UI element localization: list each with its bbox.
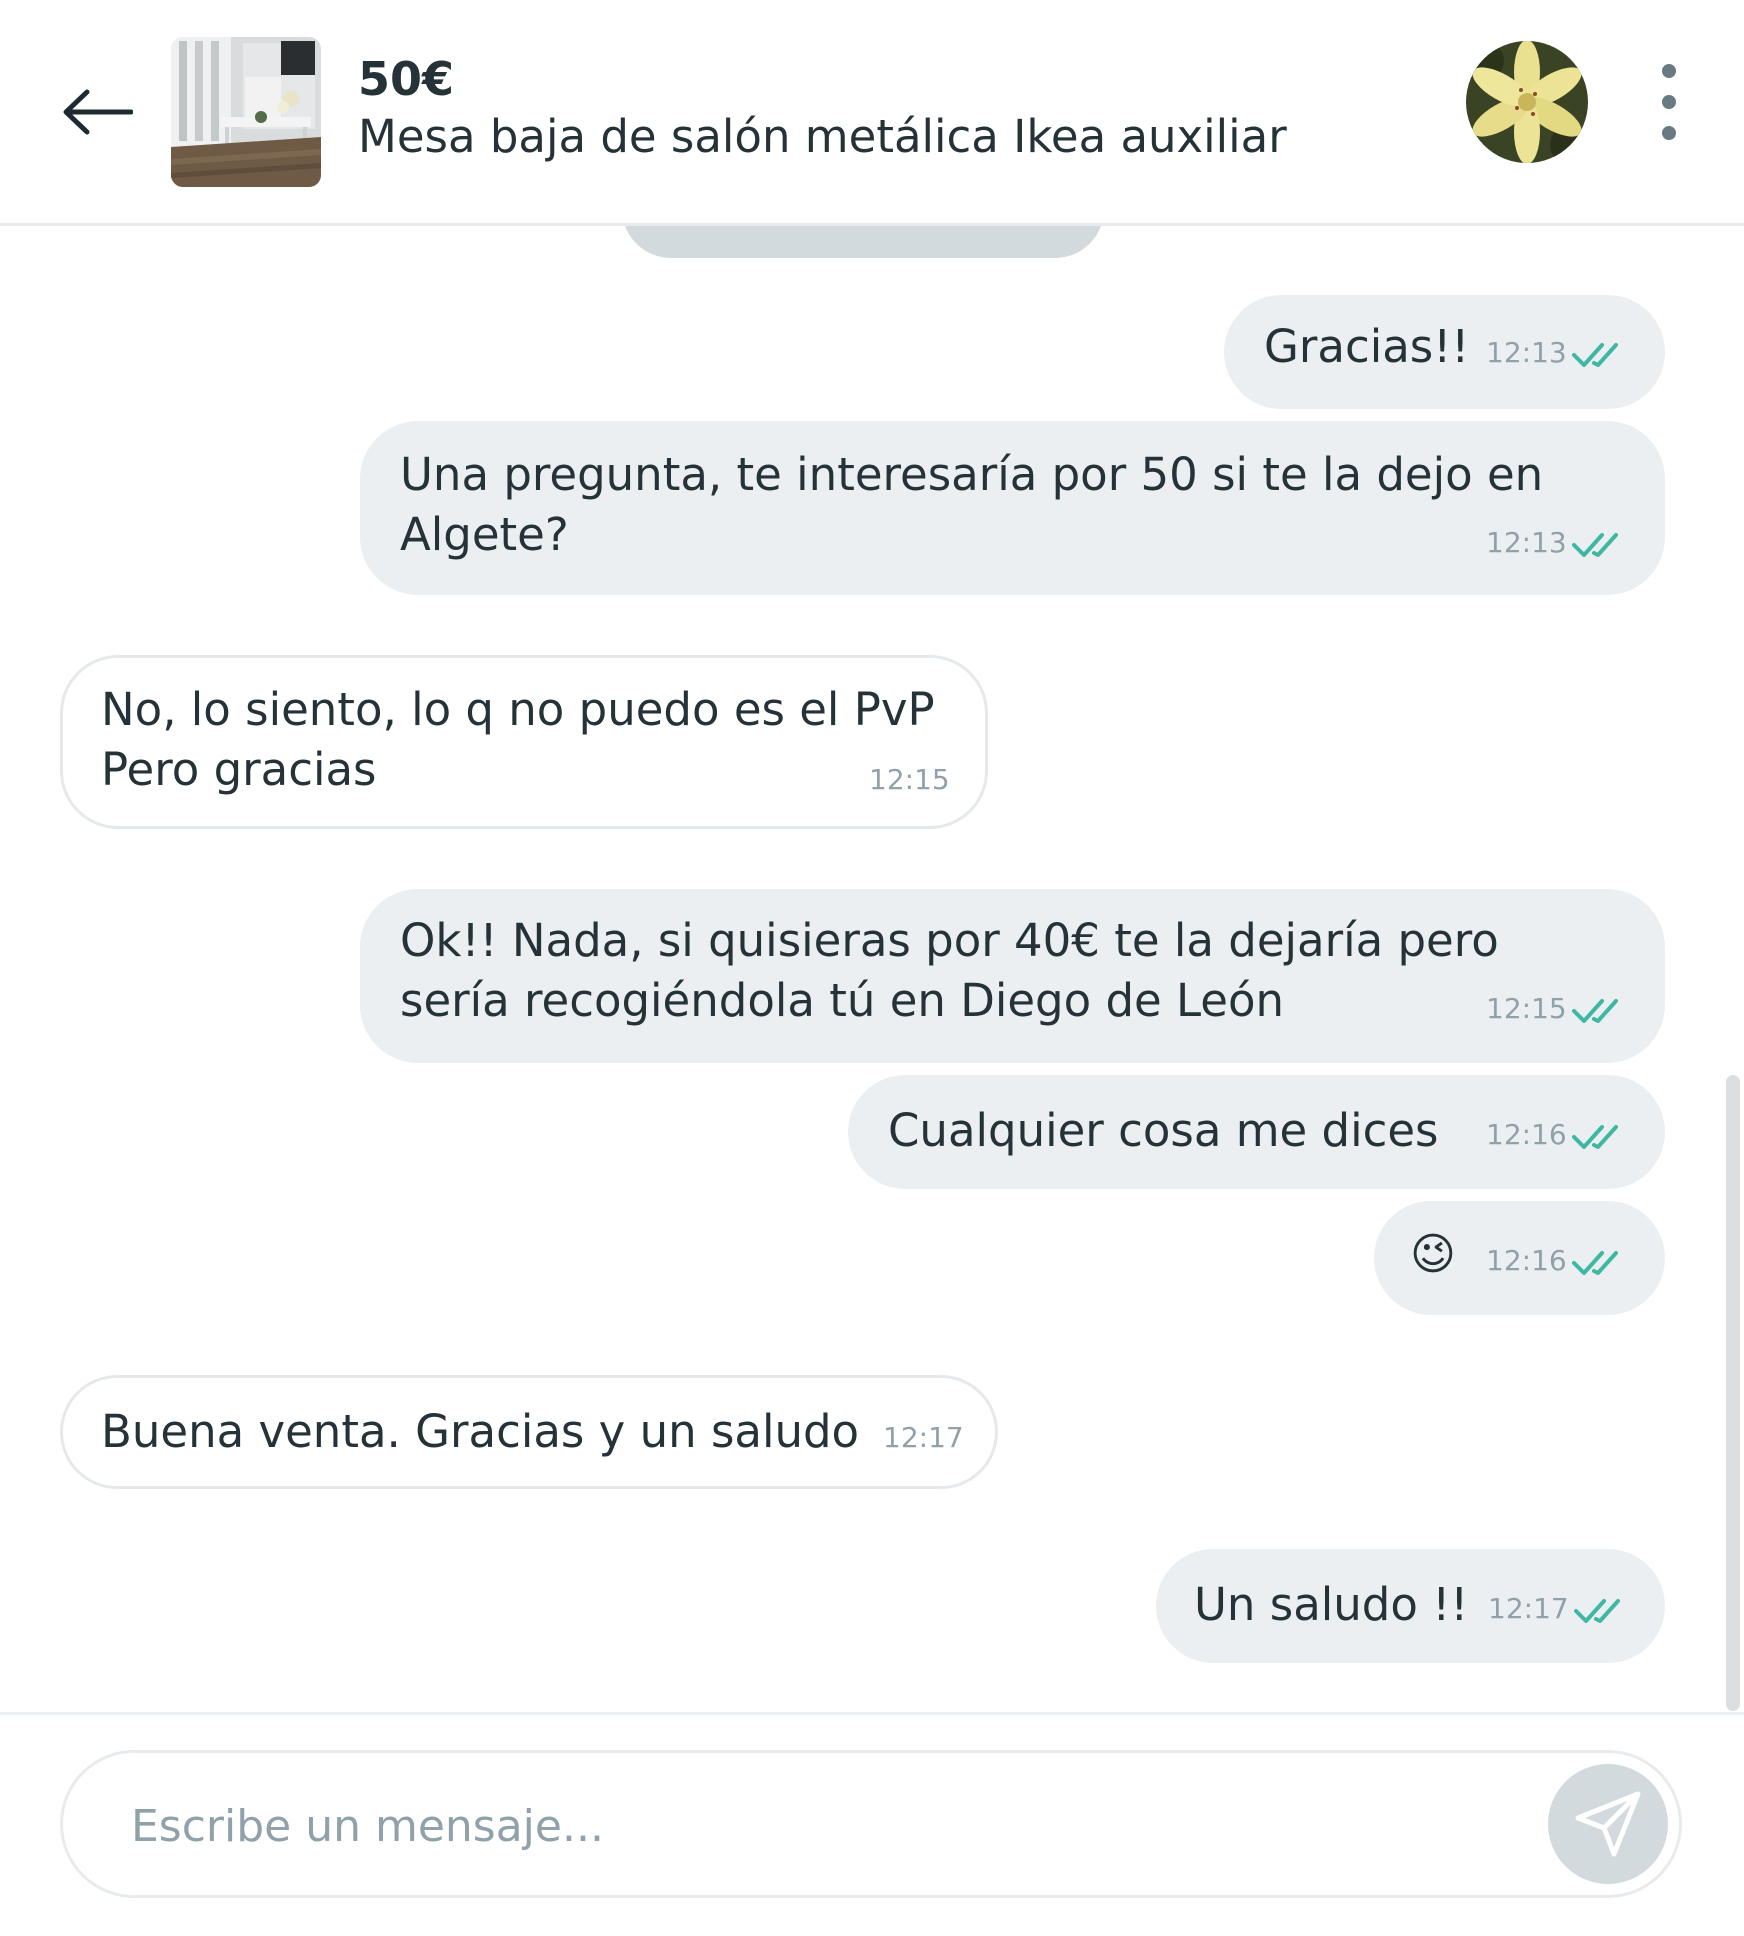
- double-check-icon: [1572, 343, 1618, 367]
- message-time: 12:17: [1488, 1592, 1569, 1625]
- divider: [0, 1712, 1744, 1715]
- product-title[interactable]: Mesa baja de salón metálica Ikea auxilia…: [358, 110, 1287, 163]
- more-options-button[interactable]: [1640, 60, 1698, 144]
- double-check-icon: [1572, 1251, 1618, 1275]
- message-outgoing: 😉 12:16: [1374, 1201, 1665, 1315]
- avatar[interactable]: [1466, 41, 1588, 163]
- back-button[interactable]: [52, 80, 142, 144]
- message-text: Ok!! Nada, si quisieras por 40€ te la de…: [400, 914, 1499, 967]
- product-thumbnail[interactable]: [171, 37, 321, 187]
- message-time: 12:16: [1486, 1118, 1567, 1151]
- message-text: Buena venta. Gracias y un saludo: [101, 1405, 860, 1458]
- message-text: Algete?: [400, 508, 569, 561]
- message-outgoing: Una pregunta, te interesaría por 50 si t…: [360, 421, 1665, 595]
- send-icon: [1575, 1791, 1641, 1857]
- more-vertical-icon: [1662, 64, 1676, 78]
- message-incoming: Buena venta. Gracias y un saludo 12:17: [60, 1375, 998, 1489]
- message-time: 12:13: [1486, 526, 1567, 559]
- message-text: Pero gracias: [101, 743, 377, 796]
- message-text: Gracias!!: [1264, 320, 1470, 373]
- product-price: 50€: [358, 52, 455, 106]
- message-incoming: No, lo siento, lo q no puedo es el PvP P…: [60, 655, 988, 829]
- message-time: 12:16: [1486, 1244, 1567, 1277]
- message-outgoing: Gracias!! 12:13: [1224, 295, 1665, 409]
- message-text: Una pregunta, te interesaría por 50 si t…: [400, 448, 1544, 501]
- message-composer: [60, 1750, 1682, 1898]
- wink-emoji: 😉: [1410, 1229, 1456, 1280]
- message-time: 12:13: [1486, 336, 1567, 369]
- double-check-icon: [1574, 1599, 1620, 1623]
- message-outgoing: Un saludo !! 12:17: [1156, 1549, 1665, 1663]
- message-time: 12:15: [1486, 992, 1567, 1025]
- message-time: 12:17: [883, 1421, 964, 1454]
- chat-header: 50€ Mesa baja de salón metálica Ikea aux…: [0, 0, 1744, 226]
- message-input[interactable]: [129, 1787, 1433, 1865]
- double-check-icon: [1572, 999, 1618, 1023]
- send-button[interactable]: [1548, 1764, 1668, 1884]
- message-text: Cualquier cosa me dices: [888, 1104, 1439, 1157]
- message-text: No, lo siento, lo q no puedo es el PvP: [101, 683, 935, 736]
- message-outgoing: Cualquier cosa me dices 12:16: [848, 1075, 1665, 1189]
- double-check-icon: [1572, 533, 1618, 557]
- arrow-left-icon: [63, 89, 133, 135]
- double-check-icon: [1572, 1125, 1618, 1149]
- message-text: Un saludo !!: [1194, 1578, 1469, 1631]
- message-outgoing: Ok!! Nada, si quisieras por 40€ te la de…: [360, 889, 1665, 1063]
- scrollbar[interactable]: [1726, 1075, 1740, 1711]
- message-text: sería recogiéndola tú en Diego de León: [400, 974, 1285, 1027]
- message-time: 12:15: [869, 763, 950, 796]
